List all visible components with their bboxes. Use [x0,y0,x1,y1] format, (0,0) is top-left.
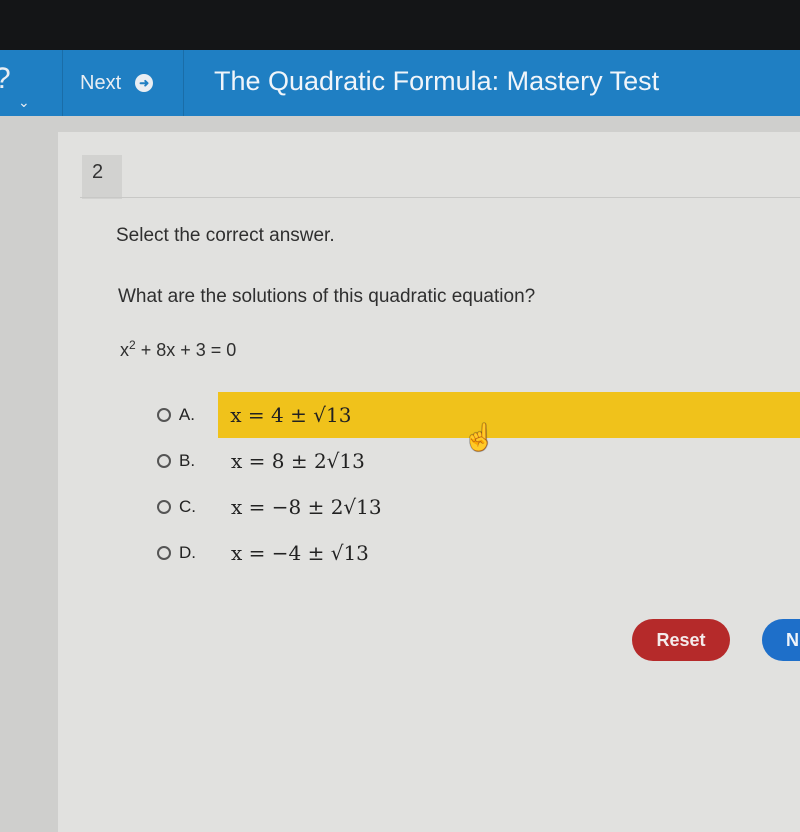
reset-button[interactable]: Reset [632,619,730,661]
chevron-down-icon: ⌄ [18,94,30,110]
equation-exponent: 2 [129,338,136,352]
option-d[interactable]: D. x = −4 ± √13 [155,530,800,576]
instruction-text: Select the correct answer. [116,225,335,246]
question-prompt: What are the solutions of this quadratic… [118,286,536,307]
equation-rest: + 8x + 3 = 0 [135,340,237,360]
header-next-label: Next [80,71,122,94]
tools-menu[interactable]: ? ⌄ [0,50,63,116]
header-next-button[interactable]: Next ➜ [62,50,184,116]
option-letter: B. [179,451,196,470]
option-text: x = −4 ± √13 [231,541,369,565]
equation: x2 + 8x + 3 = 0 [120,338,236,361]
radio-button[interactable] [157,454,171,468]
radio-button[interactable] [157,500,171,514]
equation-base: x [120,340,129,360]
option-c[interactable]: C. x = −8 ± 2√13 [155,484,800,530]
screen-bezel [0,0,800,52]
question-number: 2 [82,155,122,199]
option-text: x = −8 ± 2√13 [231,495,382,519]
page-title: The Quadratic Formula: Mastery Test [214,66,660,96]
next-button[interactable]: N [762,619,800,661]
radio-button[interactable] [157,408,171,422]
header-bar: ? ⌄ Next ➜ The Quadratic Formula: Master… [0,50,800,116]
help-icon: ? [0,62,11,96]
option-letter: D. [179,543,196,562]
option-highlight: x = 4 ± √13 [218,392,800,438]
option-text: x = 4 ± √13 [230,403,352,427]
option-letter: C. [179,497,196,516]
arrow-circle-right-icon: ➜ [135,74,154,92]
divider [80,197,800,198]
radio-button[interactable] [157,546,171,560]
answer-options: A. x = 4 ± √13 ☝ B. x = 8 ± 2√13 C. x = … [155,392,800,576]
option-text: x = 8 ± 2√13 [231,449,365,473]
option-letter: A. [178,405,195,424]
option-b[interactable]: B. x = 8 ± 2√13 [155,438,800,484]
option-a[interactable]: A. x = 4 ± √13 ☝ [155,392,800,452]
